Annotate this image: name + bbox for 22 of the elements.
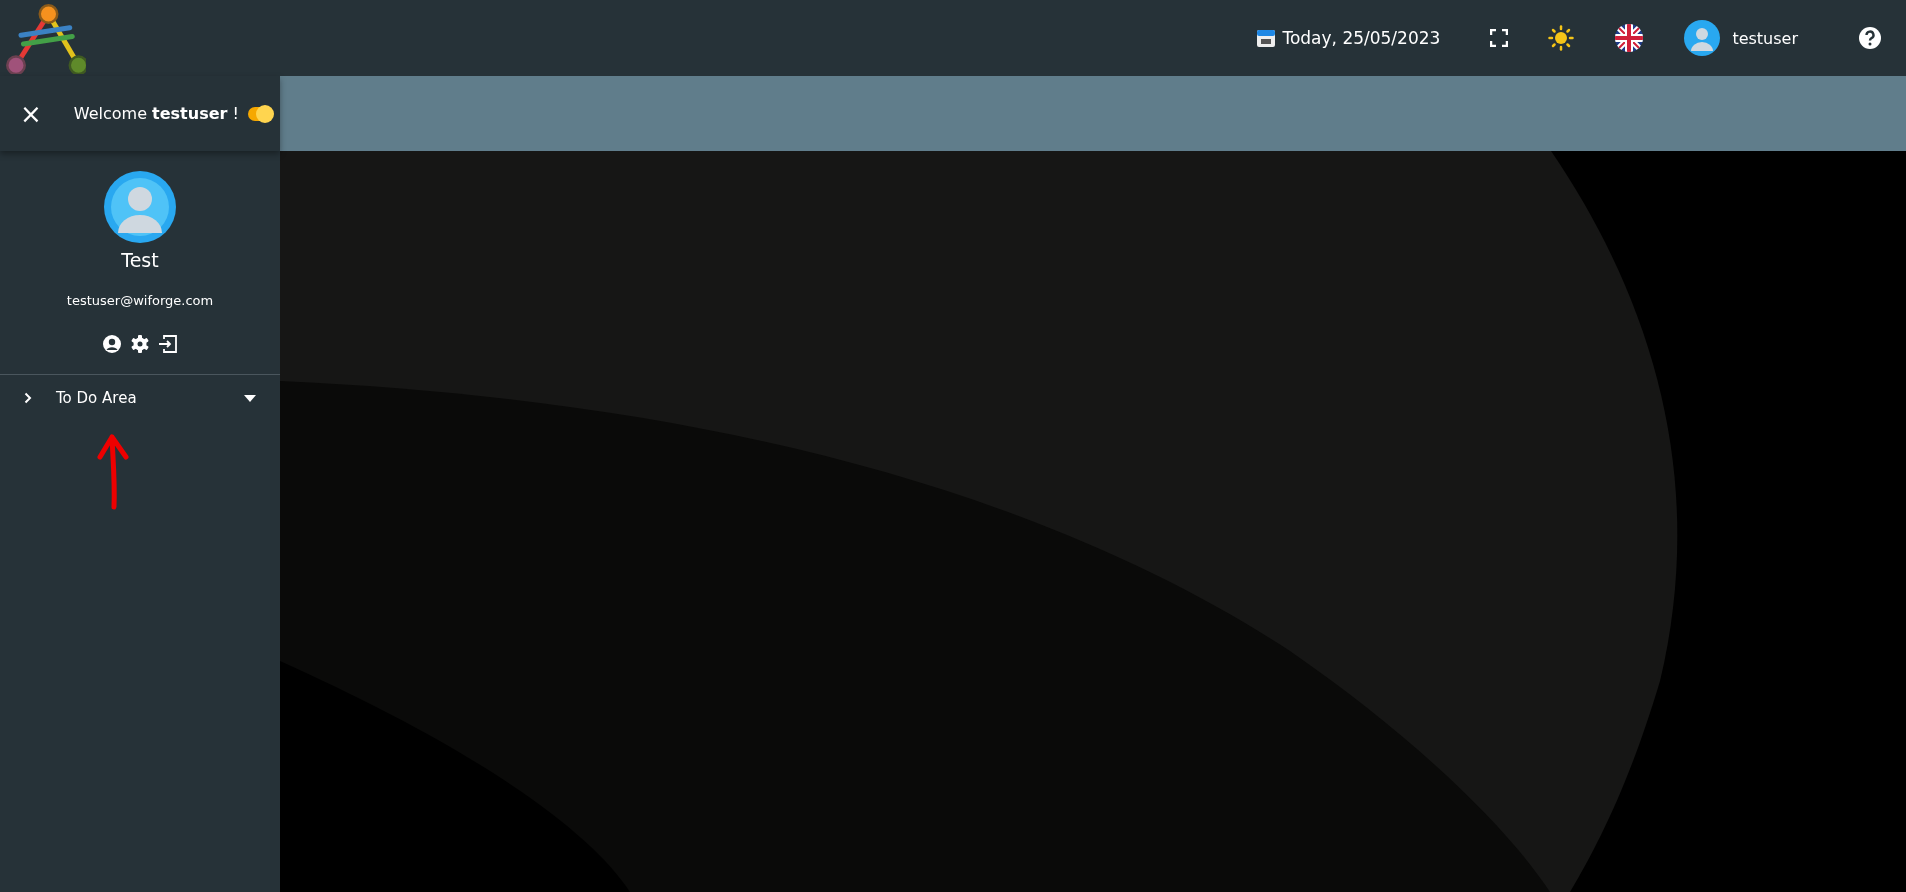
calendar-icon: [1256, 28, 1277, 48]
user-icon[interactable]: [102, 334, 122, 354]
fullscreen-icon[interactable]: [1490, 29, 1509, 47]
logo-icon[interactable]: [6, 4, 86, 74]
avatar-icon: [104, 171, 176, 243]
avatar-icon[interactable]: [1684, 20, 1721, 56]
email-text: testuser@wiforge.com: [66, 293, 214, 308]
flag-icon[interactable]: [1614, 23, 1645, 53]
welcome-text: Welcome testuser !: [73, 104, 240, 123]
toggle-switch[interactable]: [248, 104, 274, 123]
caret-icon: [244, 394, 256, 402]
settings-icon[interactable]: [130, 334, 150, 354]
menu-label: To Do Area: [56, 389, 138, 407]
username-label: testuser: [1732, 28, 1798, 48]
close-button[interactable]: ×: [14, 98, 48, 129]
chevron-icon: [24, 392, 32, 404]
date-label: Today, 25/05/2023: [1282, 28, 1441, 48]
menu-item[interactable]: To Do Area: [0, 375, 280, 421]
sun-icon[interactable]: [1548, 25, 1575, 51]
logout-icon[interactable]: [158, 334, 178, 354]
help-icon[interactable]: [1858, 26, 1882, 50]
profile-name: Test: [121, 249, 159, 271]
